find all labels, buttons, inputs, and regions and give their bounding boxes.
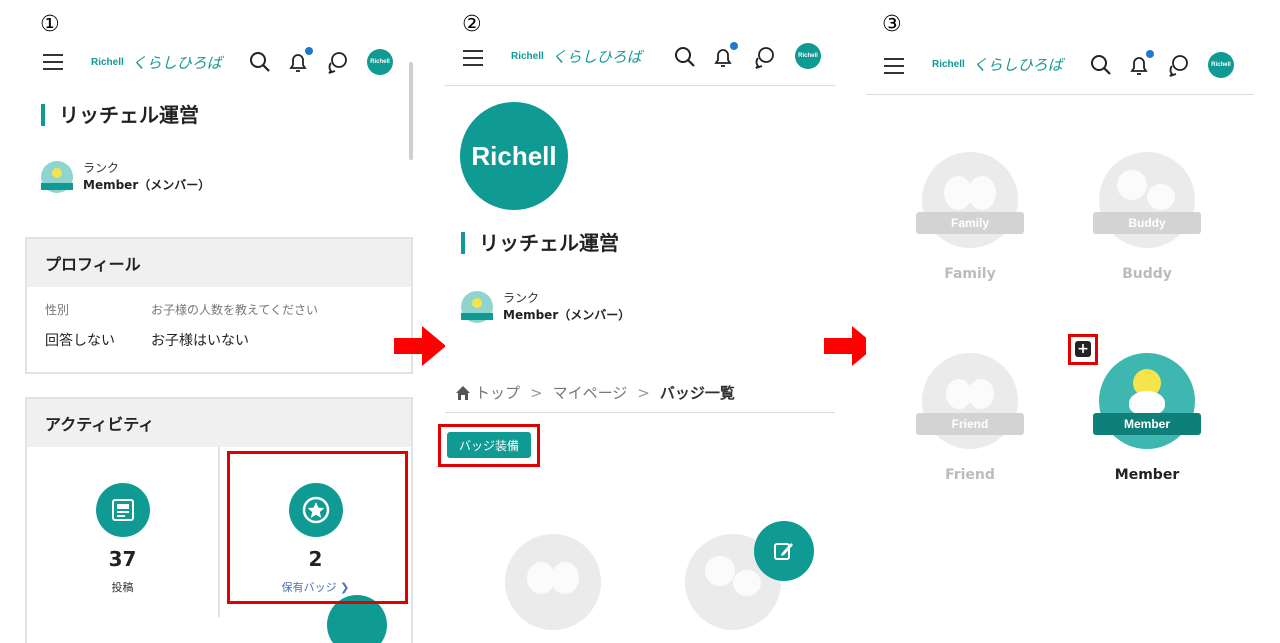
notification-dot (1146, 50, 1154, 58)
badge-buddy[interactable]: Buddy Buddy (1093, 152, 1201, 282)
brand-en: Richell (91, 56, 124, 68)
menu-icon[interactable] (43, 54, 63, 70)
badge-buddy-ribbon: Buddy (1093, 212, 1201, 234)
bell-icon[interactable] (1126, 50, 1154, 78)
breadcrumb-separator: > (530, 383, 543, 402)
highlight-plus-icon (1068, 334, 1098, 365)
children-value: お子様はいない (151, 333, 249, 349)
user-avatar[interactable]: Richell (795, 43, 821, 69)
header-divider (445, 85, 835, 86)
rank-badge-icon (41, 161, 73, 193)
chick-badge-icon: Buddy (1093, 152, 1201, 248)
brand-jp: くらしひろば (551, 47, 642, 66)
highlight-equip-button (438, 424, 540, 467)
activity-card-title: アクティビティ (27, 399, 411, 447)
app-header: Richell くらしひろば Richell (25, 40, 415, 86)
brand-logo[interactable]: Richell くらしひろば (511, 44, 642, 68)
rank-badge-icon (461, 291, 493, 323)
posts-stat[interactable]: 37 投稿 (27, 447, 218, 617)
rank-info: ランク Member（メンバー） (41, 160, 210, 194)
chat-icon[interactable] (325, 49, 351, 75)
menu-icon[interactable] (463, 50, 483, 66)
chat-icon[interactable] (1166, 52, 1192, 78)
children-label: お子様の人数を教えてください (151, 303, 319, 317)
brand-logo[interactable]: Richell くらしひろば (932, 52, 1063, 76)
user-avatar[interactable]: Richell (1208, 52, 1234, 78)
rank-value: Member（メンバー） (503, 308, 631, 322)
badge-preview-family[interactable] (503, 534, 603, 630)
breadcrumb-current: バッジ一覧 (659, 384, 735, 402)
gender-label: 性別 (45, 303, 70, 317)
breadcrumb: トップ > マイページ > バッジ一覧 (455, 382, 735, 403)
arrow-right-icon (394, 326, 446, 366)
brand-en: Richell (511, 50, 544, 62)
breadcrumb-divider (445, 412, 835, 413)
badge-family[interactable]: Family Family (916, 152, 1024, 282)
chick-badge-icon (505, 534, 601, 630)
breadcrumb-top[interactable]: トップ (475, 382, 520, 403)
header-divider (866, 94, 1254, 95)
app-header: Richell くらしひろば Richell (445, 40, 835, 86)
step-number-3: ③ (882, 12, 902, 37)
edit-icon (774, 543, 793, 560)
rank-label: ランク (503, 291, 540, 305)
step-number-1: ① (40, 12, 60, 37)
badge-friend-ribbon: Friend (916, 413, 1024, 435)
posts-label: 投稿 (111, 581, 134, 594)
badge-family-ribbon: Family (916, 212, 1024, 234)
notification-dot (305, 47, 313, 55)
posts-icon (95, 483, 150, 537)
home-icon[interactable] (455, 385, 471, 401)
user-avatar[interactable]: Richell (367, 49, 393, 75)
badge-family-name: Family (944, 266, 996, 282)
search-icon[interactable] (672, 44, 698, 70)
chick-badge-icon: Friend (916, 353, 1024, 449)
badge-member[interactable]: Member Member (1093, 353, 1201, 483)
badge-buddy-name: Buddy (1122, 266, 1172, 282)
rank-label: ランク (83, 161, 120, 175)
chat-icon[interactable] (752, 44, 778, 70)
posts-count: 37 (108, 547, 137, 571)
page-title: リッチェル運営 (461, 232, 619, 254)
bell-icon[interactable] (285, 47, 313, 75)
profile-card: プロフィール 性別 お子様の人数を教えてください 回答しない お子様はいない (25, 237, 413, 374)
highlight-owned-badges (227, 451, 408, 604)
chick-badge-icon: Family (916, 152, 1024, 248)
badge-friend-name: Friend (945, 467, 995, 483)
app-header: Richell くらしひろば Richell (866, 40, 1256, 86)
screen-badge-equip: Richell くらしひろば Richell Family Family Bud… (866, 40, 1256, 643)
notification-dot (730, 42, 738, 50)
compose-fab[interactable] (754, 521, 814, 581)
search-icon[interactable] (247, 49, 273, 75)
search-icon[interactable] (1088, 52, 1114, 78)
brand-en: Richell (932, 58, 965, 70)
chick-badge-icon: Member (1093, 353, 1201, 449)
gender-value: 回答しない (45, 333, 115, 349)
breadcrumb-mypage[interactable]: マイページ (553, 382, 628, 403)
profile-avatar: Richell (460, 102, 568, 210)
page-title: リッチェル運営 (41, 104, 199, 126)
badge-member-name: Member (1114, 467, 1180, 483)
badge-member-ribbon: Member (1093, 413, 1201, 435)
screen-badge-list: Richell くらしひろば Richell Richell リッチェル運営 ラ… (445, 40, 835, 643)
brand-jp: くらしひろば (131, 53, 222, 72)
rank-value: Member（メンバー） (83, 178, 211, 192)
rank-info: ランク Member（メンバー） (461, 290, 630, 324)
brand-logo[interactable]: Richell くらしひろば (91, 50, 222, 74)
menu-icon[interactable] (884, 58, 904, 74)
breadcrumb-separator: > (637, 383, 650, 402)
badge-friend[interactable]: Friend Friend (916, 353, 1024, 483)
profile-card-title: プロフィール (27, 239, 411, 287)
bell-icon[interactable] (710, 42, 738, 70)
scrollbar[interactable] (409, 62, 413, 160)
step-number-2: ② (462, 12, 482, 37)
brand-jp: くらしひろば (972, 55, 1063, 74)
